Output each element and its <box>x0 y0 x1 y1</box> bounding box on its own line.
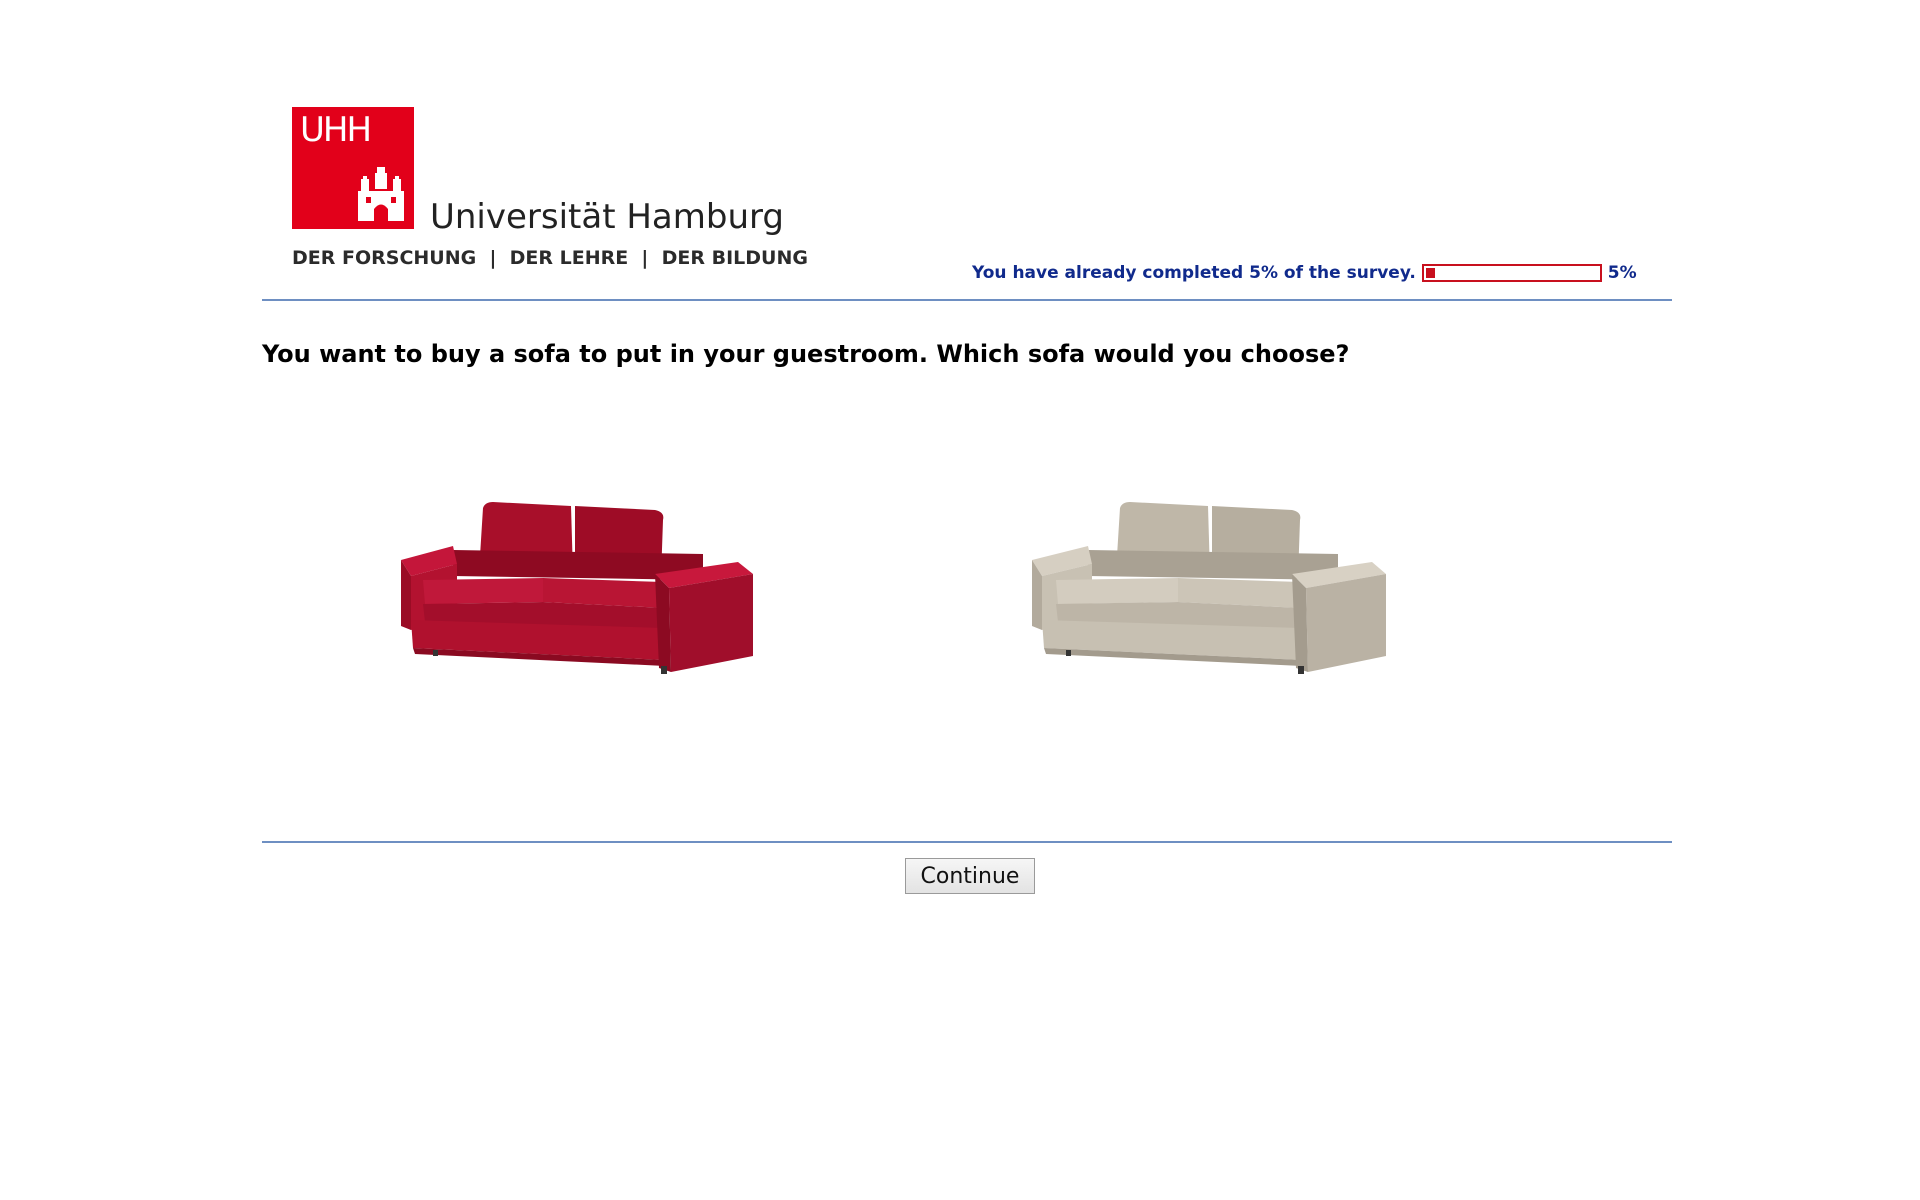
sofa-option-grey[interactable] <box>1022 490 1392 690</box>
logo-university-name: Universität Hamburg <box>430 197 784 237</box>
progress-bar-fill <box>1425 268 1435 278</box>
header-divider <box>262 299 1672 301</box>
progress-text: You have already completed 5% of the sur… <box>972 263 1416 283</box>
question-text: You want to buy a sofa to put in your gu… <box>262 340 1350 368</box>
university-logo: UHH Universität Hamburg DER FORSCHUNG | <box>292 107 822 277</box>
sofa-option-red[interactable] <box>393 490 763 690</box>
survey-progress: You have already completed 5% of the sur… <box>972 261 1637 285</box>
survey-page: UHH Universität Hamburg DER FORSCHUNG | <box>0 0 1920 1200</box>
castle-icon <box>358 167 404 221</box>
progress-bar <box>1421 264 1602 282</box>
logo-abbreviation: UHH <box>300 110 372 150</box>
continue-button[interactable]: Continue <box>905 858 1035 894</box>
footer-divider <box>262 841 1672 843</box>
logo-red-box: UHH <box>292 107 414 229</box>
progress-percent: 5% <box>1607 263 1637 283</box>
grey-sofa-image <box>1032 502 1386 674</box>
logo-tagline: DER FORSCHUNG | DER LEHRE | DER BILDUNG <box>292 247 808 269</box>
red-sofa-image <box>401 502 753 674</box>
